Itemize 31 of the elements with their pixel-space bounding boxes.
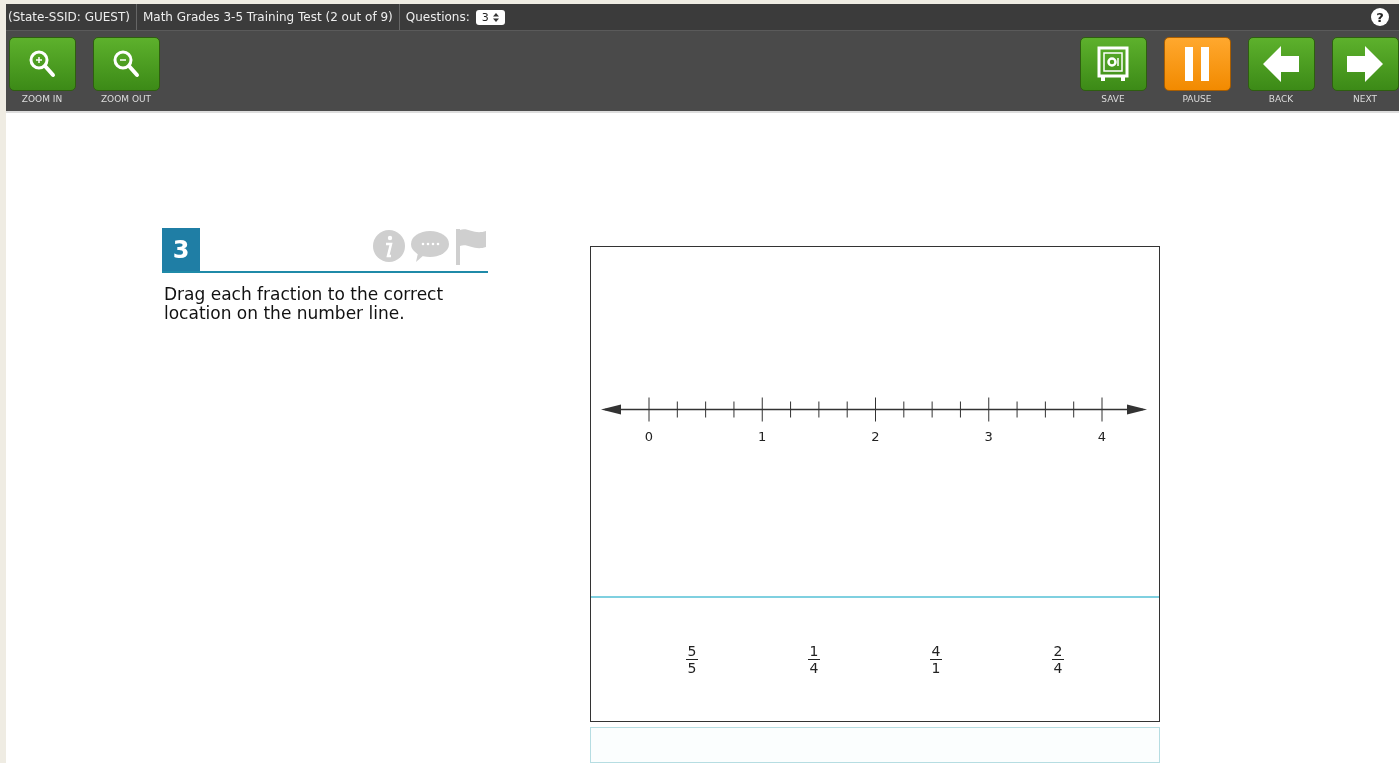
- button-label: PAUSE: [1182, 94, 1212, 104]
- button-label: NEXT: [1353, 94, 1377, 104]
- zoom-in-button[interactable]: [8, 37, 76, 91]
- number-line-label: 4: [1097, 429, 1107, 444]
- number-line-label: 1: [758, 429, 767, 444]
- pause-button[interactable]: [1163, 37, 1231, 91]
- help-button[interactable]: ?: [1371, 8, 1389, 26]
- button-label: BACK: [1268, 94, 1294, 104]
- save-button[interactable]: [1079, 37, 1147, 91]
- fraction-tile[interactable]: 5 5: [685, 643, 699, 676]
- fraction-tile[interactable]: 2 4: [1051, 643, 1065, 676]
- button-label: SAVE: [1101, 94, 1125, 104]
- questions-label: Questions:: [404, 9, 471, 26]
- left-arrow-icon: [1261, 45, 1301, 83]
- right-arrow-icon: [1345, 45, 1385, 83]
- zoom-out-button[interactable]: [92, 37, 160, 91]
- number-line-label: 2: [871, 429, 880, 444]
- number-line-label: 0: [644, 429, 654, 444]
- number-line-label: 3: [984, 429, 993, 444]
- back-button[interactable]: [1247, 37, 1315, 91]
- button-label: ZOOM OUT: [100, 94, 152, 104]
- fraction-tile[interactable]: 1 4: [807, 643, 821, 676]
- stepper-icon: [492, 12, 499, 22]
- next-button[interactable]: [1331, 37, 1399, 91]
- pause-icon: [1182, 45, 1212, 83]
- question-number: 3: [162, 228, 200, 271]
- fraction-tile[interactable]: 4 1: [929, 643, 943, 676]
- safe-icon: [1096, 45, 1130, 83]
- question-prompt: Drag each fraction to the correct location on the number line.: [164, 285, 445, 323]
- question-select[interactable]: 3: [475, 9, 505, 25]
- button-label: ZOOM IN: [21, 94, 63, 104]
